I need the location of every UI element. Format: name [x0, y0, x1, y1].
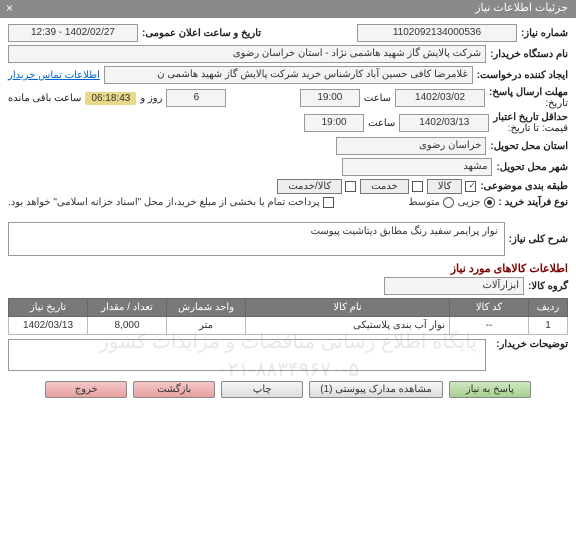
th-date: تاریخ نیاز — [9, 299, 88, 317]
checkbox-icon — [412, 181, 423, 192]
desc-label: شرح کلی نیاز: — [509, 234, 568, 245]
group-value: ابزارآلات — [384, 277, 524, 295]
checkbox-checked-icon — [465, 181, 476, 192]
radio-checked-icon — [484, 197, 495, 208]
radio-icon — [443, 197, 454, 208]
class-service-option: خدمت — [360, 179, 423, 194]
buyer-notes — [8, 339, 486, 371]
items-table: ردیف کد کالا نام کالا واحد شمارش تعداد /… — [8, 298, 568, 335]
th-unit: واحد شمارش — [167, 299, 246, 317]
group-label: گروه کالا: — [528, 281, 568, 292]
announce-value: 1402/02/27 - 12:39 — [8, 24, 138, 42]
city-label: شهر محل تحویل: — [496, 162, 568, 173]
validity-sub: قیمت: تا تاریخ: — [493, 123, 568, 134]
need-no-value: 1102092134000536 — [357, 24, 517, 42]
table-row: 1 -- نوار آب بندی پلاستیکی متر 8,000 140… — [9, 317, 568, 335]
requester-value: غلامرضا کافی حسین آباد کارشناس خرید شرکت… — [104, 66, 473, 84]
details-window: جزئیات اطلاعات نیاز × پایگاه اطلاع رسانی… — [0, 0, 576, 557]
announce-label: تاریخ و ساعت اعلان عمومی: — [142, 28, 261, 39]
button-row: پاسخ به نیاز مشاهده مدارک پیوستی (1) چاپ… — [8, 381, 568, 398]
window-title: جزئیات اطلاعات نیاز — [475, 1, 568, 14]
notes-label: توضیحات خریدار: — [496, 339, 568, 350]
validity-label: حداقل تاریخ اعتبار — [493, 112, 568, 123]
proc-partial-option: جزیی — [458, 197, 495, 208]
attachments-button[interactable]: مشاهده مدارک پیوستی (1) — [309, 381, 443, 398]
buyer-label: نام دستگاه خریدار: — [490, 49, 568, 60]
th-row: ردیف — [529, 299, 568, 317]
days-remaining: 6 — [166, 89, 226, 107]
province-value: خراسان رضوی — [336, 137, 486, 155]
class-label: طبقه بندی موضوعی: — [480, 181, 568, 192]
th-qty: تعداد / مقدار — [88, 299, 167, 317]
back-button[interactable]: بازگشت — [133, 381, 215, 398]
exit-button[interactable]: خروج — [45, 381, 127, 398]
contact-link[interactable]: اطلاعات تماس خریدار — [8, 70, 100, 81]
countdown-timer: 06:18:43 — [85, 92, 136, 105]
validity-date: 1402/03/13 — [399, 114, 489, 132]
content-area: شماره نیاز: 1102092134000536 تاریخ و ساع… — [0, 18, 576, 404]
pay-note-check: پرداخت تمام یا بخشی از مبلغ خرید،از محل … — [8, 197, 334, 208]
respond-button[interactable]: پاسخ به نیاز — [449, 381, 531, 398]
close-icon[interactable]: × — [6, 1, 13, 15]
desc-value: نوار پرایمر سفید رنگ مطابق دیتاشیت پیوست — [8, 222, 505, 256]
deadline-time: 19:00 — [300, 89, 360, 107]
checkbox-icon — [323, 197, 334, 208]
print-button[interactable]: چاپ — [221, 381, 303, 398]
class-kala-option: کالا — [427, 179, 477, 194]
deadline-date: 1402/03/02 — [395, 89, 485, 107]
proc-medium-option: متوسط — [408, 197, 453, 208]
th-name: نام کالا — [246, 299, 450, 317]
deadline-label: مهلت ارسال پاسخ: — [489, 87, 568, 98]
class-both-option: کالا/خدمت — [277, 179, 356, 194]
items-section-title: اطلاعات کالاهای مورد نیاز — [8, 262, 568, 275]
city-value: مشهد — [342, 158, 492, 176]
need-no-label: شماره نیاز: — [521, 28, 568, 39]
checkbox-icon — [345, 181, 356, 192]
province-label: استان محل تحویل: — [490, 141, 568, 152]
th-code: کد کالا — [450, 299, 529, 317]
requester-label: ایجاد کننده درخواست: — [477, 70, 568, 81]
buyer-value: شرکت پالایش گاز شهید هاشمی نژاد - استان … — [8, 45, 486, 63]
deadline-sub: تاریخ: — [489, 98, 568, 109]
validity-time: 19:00 — [304, 114, 364, 132]
proc-label: نوع فرآیند خرید : — [499, 197, 568, 208]
